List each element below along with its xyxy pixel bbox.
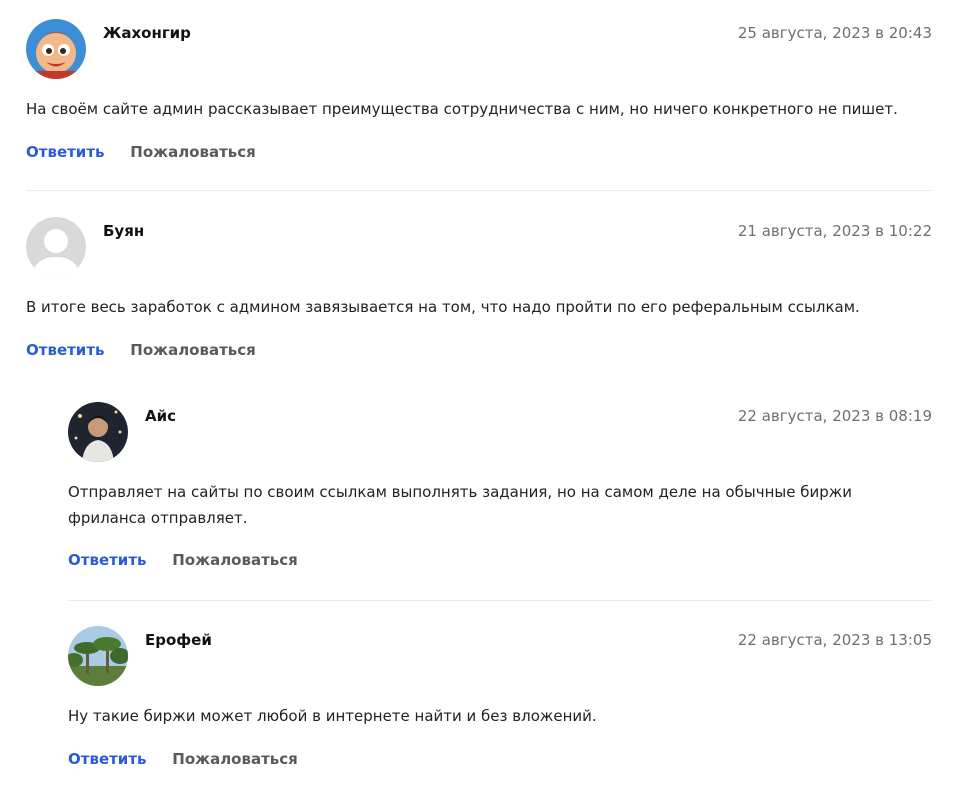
comment-reply-item: Айс 22 августа, 2023 в 08:19 Отправляет … bbox=[68, 402, 932, 577]
comment-text: Отправляет на сайты по своим ссылкам вып… bbox=[68, 483, 852, 527]
reply-button[interactable]: Ответить bbox=[68, 750, 147, 768]
palm-trees-avatar-icon bbox=[68, 626, 128, 686]
comment-author: Жахонгир bbox=[103, 24, 191, 42]
complain-button[interactable]: Пожаловаться bbox=[172, 551, 298, 569]
man-photo-avatar-icon bbox=[68, 402, 128, 462]
comment-date: 25 августа, 2023 в 20:43 bbox=[737, 24, 932, 42]
default-user-avatar-icon bbox=[26, 217, 86, 277]
user-avatar[interactable] bbox=[68, 626, 128, 686]
user-avatar[interactable] bbox=[26, 19, 86, 79]
comment-divider bbox=[68, 600, 932, 601]
user-avatar[interactable] bbox=[68, 402, 128, 462]
comment-divider bbox=[26, 190, 932, 191]
comment-date: 22 августа, 2023 в 13:05 bbox=[737, 631, 932, 649]
comment-date: 21 августа, 2023 в 10:22 bbox=[737, 222, 932, 240]
comment-date: 22 августа, 2023 в 08:19 bbox=[737, 407, 932, 425]
user-avatar[interactable] bbox=[26, 217, 86, 277]
complain-button[interactable]: Пожаловаться bbox=[130, 341, 256, 359]
comment-item: Буян 21 августа, 2023 в 10:22 В итоге ве… bbox=[26, 217, 932, 367]
reply-button[interactable]: Ответить bbox=[26, 341, 105, 359]
reply-button[interactable]: Ответить bbox=[26, 143, 105, 161]
comment-actions: Ответить Пожаловаться bbox=[68, 750, 298, 768]
cartoon-boy-avatar-icon bbox=[26, 19, 86, 79]
comment-text: Ну такие биржи может любой в интернете н… bbox=[68, 707, 597, 725]
reply-button[interactable]: Ответить bbox=[68, 551, 147, 569]
comment-text: На своём сайте админ рассказывает преиму… bbox=[26, 100, 898, 118]
comment-author: Ерофей bbox=[145, 631, 212, 649]
comment-actions: Ответить Пожаловаться bbox=[26, 143, 256, 161]
comment-text: В итоге весь заработок с админом завязыв… bbox=[26, 298, 860, 316]
comment-reply-item: Ерофей 22 августа, 2023 в 13:05 Ну такие… bbox=[68, 626, 932, 776]
complain-button[interactable]: Пожаловаться bbox=[130, 143, 256, 161]
complain-button[interactable]: Пожаловаться bbox=[172, 750, 298, 768]
comment-actions: Ответить Пожаловаться bbox=[68, 551, 298, 569]
comment-author: Айс bbox=[145, 407, 177, 425]
comment-actions: Ответить Пожаловаться bbox=[26, 341, 256, 359]
comment-item: Жахонгир 25 августа, 2023 в 20:43 На сво… bbox=[26, 19, 932, 169]
comment-author: Буян bbox=[103, 222, 145, 240]
